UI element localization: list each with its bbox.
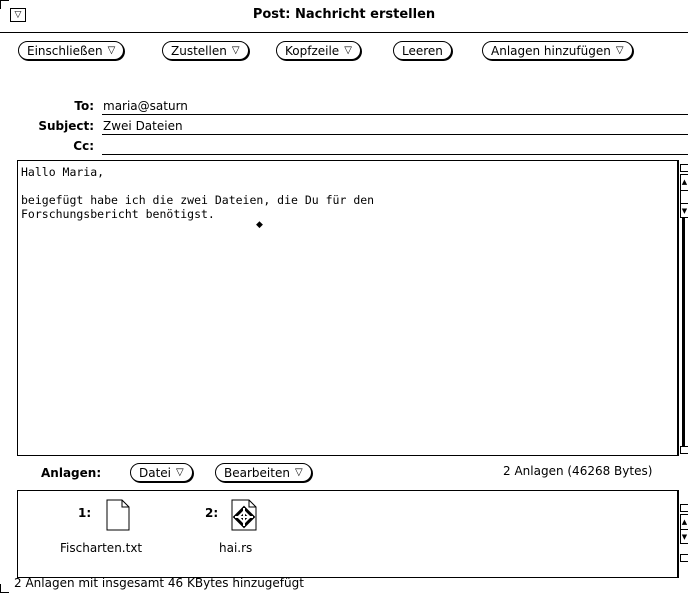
cc-field[interactable]: [103, 139, 683, 153]
chevron-down-icon: ▽: [231, 45, 240, 56]
attachments-scrollbar[interactable]: ▲ ▼: [677, 490, 688, 578]
chevron-down-icon: ▽: [176, 467, 184, 478]
subject-field-underline: [102, 134, 688, 135]
anlagen-hinzufuegen-button[interactable]: Anlagen hinzufügen ▽: [482, 41, 633, 60]
scrollbar-drag-area[interactable]: [681, 190, 688, 204]
anlagen-hinzufuegen-label: Anlagen hinzufügen: [491, 43, 611, 58]
to-field[interactable]: maria@saturn: [103, 99, 188, 113]
leeren-label: Leeren: [402, 43, 443, 58]
scrollbar-elevator[interactable]: ▲ ▼: [680, 174, 688, 218]
cc-field-underline: [102, 154, 688, 155]
attachment-1-index: 1:: [78, 506, 92, 520]
einschliessen-button[interactable]: Einschließen ▽: [18, 41, 125, 60]
scroll-up-arrow-icon[interactable]: ▲: [681, 515, 688, 529]
cc-label: Cc:: [73, 139, 94, 153]
leeren-button[interactable]: Leeren: [393, 41, 452, 60]
scrollbar-cable[interactable]: [682, 218, 685, 446]
kopfzeile-label: Kopfzeile: [285, 43, 340, 58]
message-scrollbar[interactable]: ▲ ▼: [677, 160, 688, 456]
attachments-label: Anlagen:: [41, 466, 102, 480]
status-message: 2 Anlagen mit insgesamt 46 KBytes hinzug…: [14, 576, 304, 590]
scroll-up-arrow-icon[interactable]: ▲: [681, 175, 688, 189]
datei-button[interactable]: Datei ▽: [130, 463, 193, 482]
scrollbar-top-cable-anchor[interactable]: [680, 164, 688, 172]
attachment-1-name[interactable]: Fischarten.txt: [60, 541, 142, 555]
window-title: Post: Nachricht erstellen: [252, 7, 436, 22]
attachment-2-name[interactable]: hai.rs: [219, 541, 252, 555]
subject-label: Subject:: [38, 119, 94, 133]
scrollbar-top-cable-anchor[interactable]: [680, 504, 688, 512]
scroll-down-arrow-icon[interactable]: ▼: [681, 529, 688, 544]
scrollbar-bottom-cable-anchor[interactable]: [680, 554, 688, 562]
scrollbar-elevator[interactable]: ▲ ▼: [680, 514, 688, 544]
to-field-underline: [102, 114, 688, 115]
zustellen-label: Zustellen: [171, 43, 227, 58]
document-icon[interactable]: [106, 499, 130, 531]
subject-field[interactable]: Zwei Dateien: [103, 119, 183, 133]
raster-image-icon[interactable]: [231, 499, 257, 531]
attachment-2-index: 2:: [205, 506, 219, 520]
message-body-text[interactable]: Hallo Maria, beigefügt habe ich die zwei…: [21, 165, 374, 221]
chevron-down-icon: ▽: [615, 45, 624, 56]
bearbeiten-button[interactable]: Bearbeiten ▽: [215, 463, 312, 482]
kopfzeile-button[interactable]: Kopfzeile ▽: [276, 41, 361, 60]
chevron-down-icon: ▽: [294, 467, 303, 478]
text-caret-icon: ◆: [256, 220, 263, 230]
zustellen-button[interactable]: Zustellen ▽: [162, 41, 249, 60]
chevron-down-icon: ▽: [344, 45, 352, 56]
chevron-down-icon: ▽: [107, 45, 116, 56]
window-corner-bottom-left: [0, 584, 9, 593]
einschliessen-label: Einschließen: [27, 43, 103, 58]
bearbeiten-label: Bearbeiten: [224, 465, 290, 480]
scrollbar-bottom-cable-anchor[interactable]: [680, 446, 688, 454]
scroll-down-arrow-icon[interactable]: ▼: [681, 204, 688, 218]
to-label: To:: [74, 99, 94, 113]
title-bar: ▽ Post: Nachricht erstellen: [0, 0, 688, 33]
attachments-summary: 2 Anlagen (46268 Bytes): [503, 464, 653, 478]
datei-label: Datei: [139, 465, 172, 480]
